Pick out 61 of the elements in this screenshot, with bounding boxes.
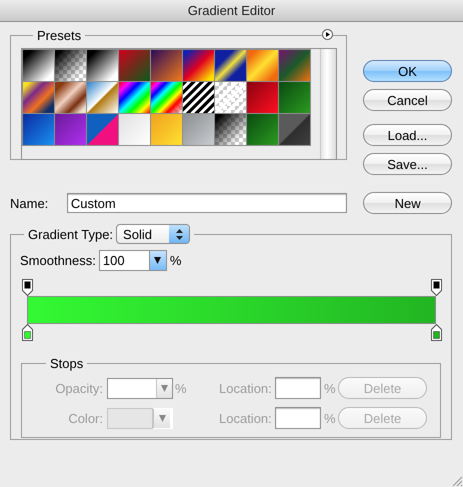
gradient-swatch[interactable]: [119, 50, 150, 81]
color-stop-icon[interactable]: [22, 324, 33, 341]
scrollbar[interactable]: [320, 49, 336, 159]
gradient-swatch[interactable]: [215, 114, 246, 145]
gradient-swatch[interactable]: [215, 50, 246, 81]
opacity-field[interactable]: [107, 378, 173, 398]
name-field[interactable]: Custom: [66, 193, 348, 213]
window-title: Gradient Editor: [188, 3, 276, 18]
opacity-stop-icon[interactable]: [22, 279, 33, 296]
gradient-swatch[interactable]: [23, 50, 54, 81]
percent-label: %: [170, 253, 182, 268]
percent-label: %: [323, 410, 337, 426]
gradient-swatch[interactable]: [247, 50, 278, 81]
gradient-swatch[interactable]: [247, 82, 278, 113]
dialog-button[interactable]: OK: [363, 60, 452, 82]
percent-label: %: [323, 380, 337, 396]
color-stop-icon[interactable]: [431, 324, 442, 341]
presets-label: Presets: [36, 28, 82, 43]
gradient-swatch[interactable]: [279, 114, 310, 145]
updown-arrows-icon: [176, 228, 183, 240]
dropdown-arrow-icon: [160, 384, 168, 392]
gradient-swatch[interactable]: [247, 114, 278, 145]
gradient-swatch[interactable]: [279, 50, 310, 81]
name-label: Name:: [10, 196, 50, 210]
gradient-swatch[interactable]: [23, 82, 54, 113]
gradient-swatch[interactable]: [55, 50, 86, 81]
stops-label: Stops: [49, 356, 84, 371]
color-field[interactable]: [107, 408, 173, 428]
gradient-swatch[interactable]: [151, 114, 182, 145]
location-label: Location:: [219, 380, 273, 396]
gradient-swatch[interactable]: [151, 50, 182, 81]
color-label: Color:: [67, 410, 104, 426]
dialog-button[interactable]: Load...: [363, 124, 452, 146]
gradient-swatch[interactable]: [119, 114, 150, 145]
gradient-swatch[interactable]: [183, 114, 214, 145]
opacity-stop-icon[interactable]: [431, 279, 442, 296]
smoothness-label: Smoothness:: [20, 253, 96, 268]
resize-grip-icon: [450, 474, 463, 487]
gradient-swatch[interactable]: [55, 114, 86, 145]
opacity-label: Opacity:: [54, 380, 104, 396]
smoothness-field[interactable]: 100: [98, 250, 167, 271]
gradient-swatch[interactable]: [183, 82, 214, 113]
dropdown-arrow-icon: [154, 257, 162, 264]
gradient-swatch[interactable]: [119, 82, 150, 113]
gradient-swatch[interactable]: [87, 114, 118, 145]
gradient-type-select[interactable]: Solid: [116, 224, 190, 244]
dropdown-arrow-icon: [158, 414, 166, 422]
gradient-swatch[interactable]: [87, 50, 118, 81]
gradient-swatch[interactable]: [87, 82, 118, 113]
percent-label: %: [174, 380, 188, 396]
gradient-swatch[interactable]: [55, 82, 86, 113]
dialog-button[interactable]: Cancel: [363, 89, 452, 111]
gradient-type-label: Gradient Type:: [28, 226, 114, 242]
dialog-button[interactable]: Save...: [363, 153, 452, 175]
gradient-swatch[interactable]: [215, 82, 246, 113]
gradient-swatch[interactable]: [183, 50, 214, 81]
gradient-swatch[interactable]: [151, 82, 182, 113]
gradient-swatch[interactable]: [279, 82, 310, 113]
new-button[interactable]: New: [363, 192, 452, 214]
location-label: Location:: [219, 410, 273, 426]
gradient-swatch[interactable]: [23, 114, 54, 145]
